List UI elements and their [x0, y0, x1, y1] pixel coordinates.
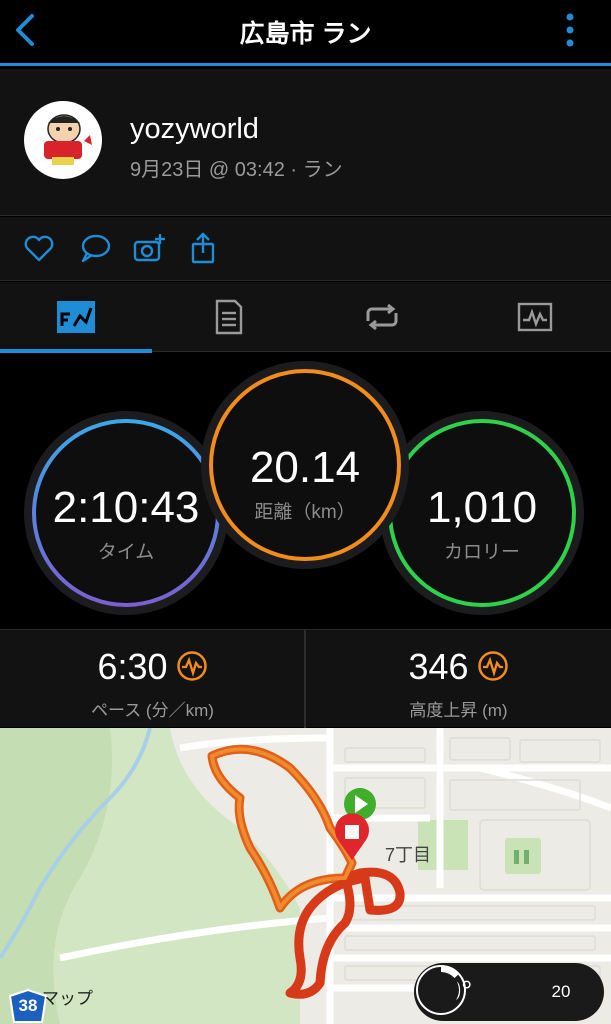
pace-label: ペース (分／km)	[91, 701, 214, 720]
time-label: タイム	[97, 542, 155, 563]
elevation-chart-icon	[477, 651, 508, 682]
app-header: 広島市 ラン	[0, 0, 611, 66]
metrics-row: 6:30 ペース (分／km) 346 高度上昇 (m)	[0, 629, 611, 728]
more-options-icon[interactable]	[565, 12, 575, 48]
action-bar	[0, 217, 611, 281]
pace-chart-icon	[176, 651, 207, 682]
stats-panel: 2:10:43 タイム 20.14 距離（km） 1,010 カロリー	[0, 353, 611, 628]
laps-icon	[366, 303, 398, 331]
tab-graphs[interactable]	[459, 282, 611, 352]
route-map[interactable]: 7丁目 マップ 38 20° 20	[0, 728, 611, 1024]
avatar[interactable]	[24, 101, 102, 179]
summary-chart-icon	[57, 301, 95, 333]
weather-pill[interactable]: 20° 20	[414, 963, 604, 1021]
elevation-label: 高度上昇 (m)	[409, 701, 508, 720]
share-icon[interactable]	[187, 231, 221, 265]
finish-marker[interactable]	[335, 813, 370, 860]
calories-stat: 1,010 カロリー	[390, 483, 574, 564]
distance-value: 20.14	[249, 443, 361, 492]
details-list-icon	[215, 299, 243, 335]
username[interactable]: yozyworld	[130, 113, 259, 146]
calories-label: カロリー	[443, 542, 520, 563]
wind-speed: 20	[551, 982, 571, 1001]
tab-laps[interactable]	[306, 282, 458, 352]
map-area-label: 7丁目	[385, 845, 432, 865]
wind-dial-icon	[416, 965, 466, 1015]
activity-tabs	[0, 282, 611, 353]
elevation-metric[interactable]: 346 高度上昇 (m)	[306, 630, 611, 728]
distance-stat: 20.14 距離（km）	[211, 443, 399, 524]
route-number: 38	[18, 996, 38, 1015]
calories-value: 1,010	[426, 483, 538, 532]
comment-icon[interactable]	[78, 231, 112, 265]
time-value: 2:10:43	[52, 483, 200, 532]
activity-date-type: 9月23日 @ 03:42 · ラン	[130, 159, 343, 181]
time-stat: 2:10:43 タイム	[34, 483, 218, 564]
activity-owner: yozyworld 9月23日 @ 03:42 · ラン	[0, 69, 611, 216]
pace-metric[interactable]: 6:30 ペース (分／km)	[0, 630, 305, 728]
map-attribution: マップ	[42, 989, 93, 1008]
tab-details[interactable]	[153, 282, 305, 352]
tab-summary[interactable]	[0, 282, 152, 353]
heart-icon[interactable]	[22, 231, 56, 265]
elevation-value: 346	[408, 646, 469, 687]
add-photo-icon[interactable]	[132, 231, 166, 265]
graph-icon	[517, 302, 553, 332]
pace-value: 6:30	[97, 646, 168, 687]
page-title: 広島市 ラン	[239, 20, 372, 48]
distance-label: 距離（km）	[254, 502, 356, 523]
